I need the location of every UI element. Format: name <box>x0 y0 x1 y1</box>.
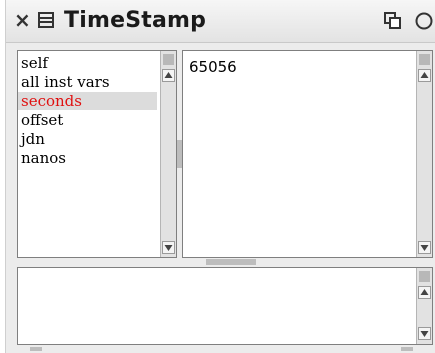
window-menu-icon[interactable] <box>38 11 54 29</box>
scroll-up-arrow-icon[interactable] <box>418 286 431 299</box>
expand-icon[interactable] <box>414 11 434 31</box>
value-pane-scrollbar[interactable] <box>416 51 432 257</box>
inspector-window: × TimeStamp self all inst vars seconds offs… <box>5 0 435 353</box>
resize-grip-bottom-right[interactable] <box>401 347 413 351</box>
scroll-up-arrow-icon[interactable] <box>418 69 431 82</box>
scrollbar-thumb[interactable] <box>419 54 430 65</box>
field-list[interactable]: self all inst vars seconds offset jdn nanos <box>17 50 177 258</box>
field-value-text[interactable]: 65056 <box>189 58 237 76</box>
scroll-down-arrow-icon[interactable] <box>418 327 431 340</box>
evaluator-pane[interactable] <box>17 267 433 345</box>
evaluator-scrollbar[interactable] <box>416 268 432 344</box>
title-bar[interactable]: × TimeStamp <box>6 0 435 43</box>
field-list-scrollbar[interactable] <box>160 51 176 257</box>
field-list-item[interactable]: nanos <box>21 149 159 167</box>
field-list-item[interactable]: jdn <box>21 130 159 148</box>
close-icon[interactable]: × <box>14 10 34 30</box>
field-list-item[interactable]: seconds <box>18 92 157 110</box>
scrollbar-thumb[interactable] <box>419 271 430 282</box>
scroll-down-arrow-icon[interactable] <box>418 241 431 254</box>
scroll-up-arrow-icon[interactable] <box>162 69 175 82</box>
window-title: TimeStamp <box>64 8 207 33</box>
field-list-item[interactable]: all inst vars <box>21 73 159 91</box>
horizontal-splitter-handle[interactable] <box>206 259 256 265</box>
field-list-item[interactable]: self <box>21 54 159 72</box>
field-list-item[interactable]: offset <box>21 111 159 129</box>
scrollbar-thumb[interactable] <box>163 54 174 65</box>
collapse-icon[interactable] <box>384 12 402 30</box>
scroll-down-arrow-icon[interactable] <box>162 241 175 254</box>
resize-grip-bottom-left[interactable] <box>30 347 42 351</box>
value-pane[interactable]: 65056 <box>182 50 433 258</box>
